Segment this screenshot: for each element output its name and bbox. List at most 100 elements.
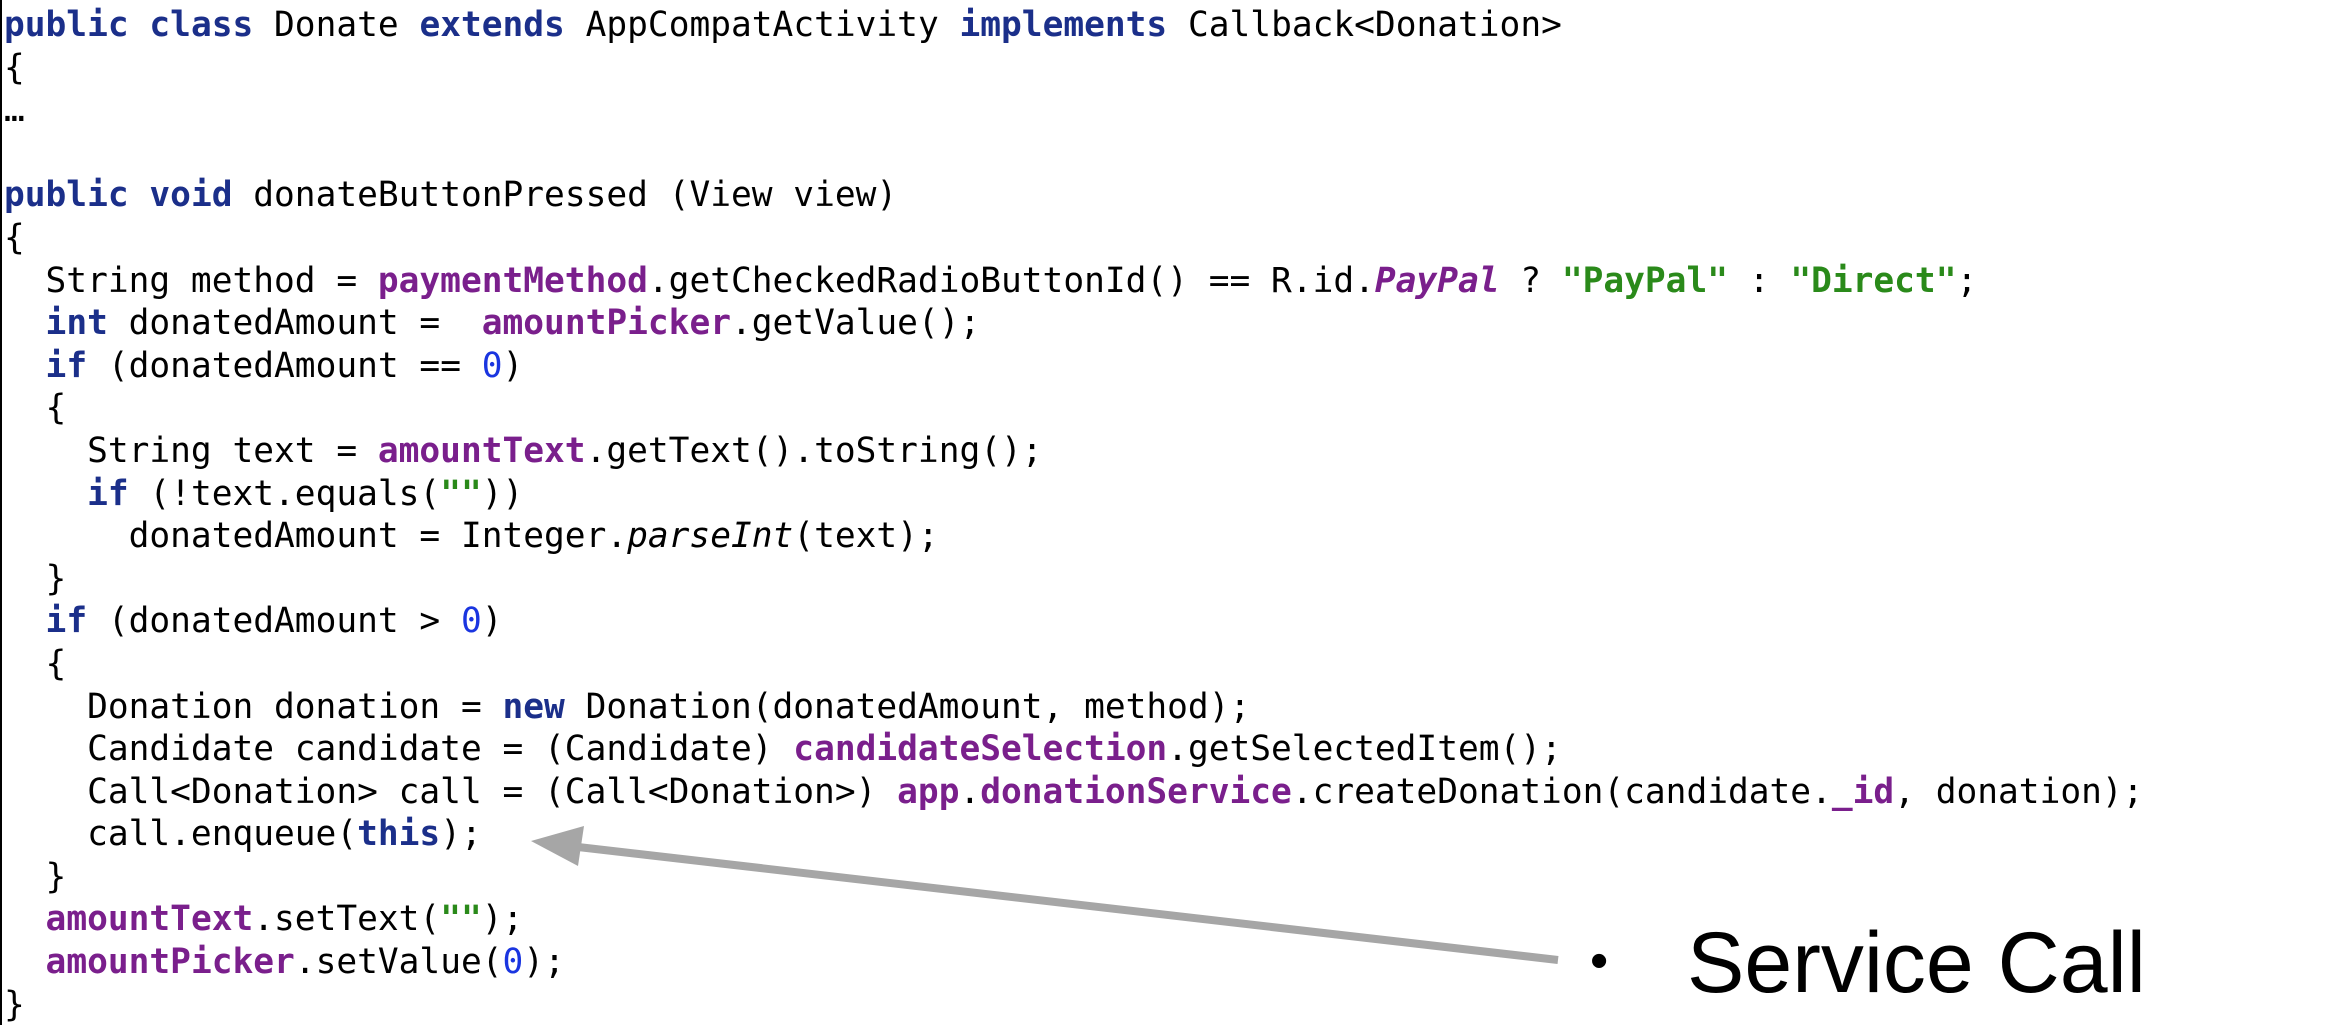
code-line: if (!text.equals("")) xyxy=(4,473,2143,516)
code-token: { xyxy=(4,47,25,88)
code-token: . xyxy=(959,771,981,812)
code-token: donateButtonPressed (View view) xyxy=(232,175,898,216)
code-token: ; xyxy=(1956,260,1978,301)
code-token-kw: if xyxy=(45,345,88,386)
code-token: { xyxy=(4,388,67,429)
code-token-str: "PayPal" xyxy=(1561,260,1728,301)
code-token: donatedAmount = xyxy=(107,303,482,344)
code-token-num: 0 xyxy=(481,345,503,386)
code-line: { xyxy=(4,387,2143,430)
code-token-field: amountPicker xyxy=(45,942,295,983)
callout-label: Service Call xyxy=(1687,915,2146,1011)
code-token: (donatedAmount == xyxy=(87,345,482,386)
code-token: Callback<Donation> xyxy=(1167,5,1562,45)
code-token-kw: this xyxy=(357,814,441,855)
code-token: } xyxy=(4,984,25,1025)
code-token: , donation); xyxy=(1894,771,2144,812)
code-token: )) xyxy=(481,473,524,514)
code-token-field: amountText xyxy=(45,899,254,940)
code-token: .setText( xyxy=(253,899,441,940)
code-token: .getText().toString(); xyxy=(585,430,1043,471)
code-token: } xyxy=(4,856,67,897)
code-token-str: "" xyxy=(440,473,482,514)
code-token: ); xyxy=(523,942,565,983)
code-token-field: donationService xyxy=(980,771,1292,812)
code-listing: public class Donate extends AppCompatAct… xyxy=(4,4,2143,1026)
code-line: { xyxy=(4,47,2143,90)
code-token-kw: int xyxy=(45,303,108,344)
code-token: { xyxy=(4,217,25,258)
code-token: .setValue( xyxy=(294,942,503,983)
code-token-kw: implements xyxy=(959,5,1168,45)
code-token: ); xyxy=(440,814,482,855)
code-token-kw: public xyxy=(4,5,129,45)
code-token: Call<Donation> call = (Call<Donation>) xyxy=(4,771,898,812)
code-line: Candidate candidate = (Candidate) candid… xyxy=(4,728,2143,771)
code-token-kw: extends xyxy=(419,5,565,45)
code-line: Donation donation = new Donation(donated… xyxy=(4,686,2143,729)
code-token-field: candidateSelection xyxy=(793,729,1168,770)
code-token-kw: public xyxy=(4,175,129,216)
code-line: Call<Donation> call = (Call<Donation>) a… xyxy=(4,771,2143,814)
code-token-num: 0 xyxy=(502,942,524,983)
code-token-kw: if xyxy=(45,601,88,642)
code-line: } xyxy=(4,856,2143,899)
code-line: call.enqueue(this); xyxy=(4,813,2143,856)
code-token-kw: if xyxy=(87,473,129,514)
code-token: ? xyxy=(1499,260,1562,301)
code-line: } xyxy=(4,558,2143,601)
code-line: public class Donate extends AppCompatAct… xyxy=(4,4,2143,47)
code-line: int donatedAmount = amountPicker.getValu… xyxy=(4,302,2143,345)
code-token-kw: new xyxy=(502,686,565,727)
code-token-kw: class xyxy=(149,5,254,45)
code-token: (!text.equals( xyxy=(128,473,441,514)
code-token: (donatedAmount > xyxy=(87,601,461,642)
code-token: Donation donation = xyxy=(4,686,503,727)
service-call-callout: • Service Call xyxy=(1590,918,2146,1006)
code-token-field: app xyxy=(897,771,960,812)
code-line: … xyxy=(4,89,2143,132)
code-token: } xyxy=(4,558,67,599)
code-token: call.enqueue( xyxy=(4,814,358,855)
code-token: .createDonation(candidate. xyxy=(1291,771,1832,812)
code-line: public void donateButtonPressed (View vi… xyxy=(4,174,2143,217)
code-token: … xyxy=(4,90,25,131)
code-token-field: amountText xyxy=(377,430,586,471)
code-line: if (donatedAmount > 0) xyxy=(4,600,2143,643)
code-line: donatedAmount = Integer.parseInt(text); xyxy=(4,515,2143,558)
code-line: if (donatedAmount == 0) xyxy=(4,345,2143,388)
code-token: ) xyxy=(502,345,524,386)
code-token-num: 0 xyxy=(460,601,482,642)
code-line: { xyxy=(4,217,2143,260)
code-token-field: amountPicker xyxy=(481,303,731,344)
bullet-icon: • xyxy=(1590,932,1609,990)
code-token-field: _id xyxy=(1831,771,1895,812)
code-line: { xyxy=(4,643,2143,686)
code-line: String method = paymentMethod.getChecked… xyxy=(4,260,2143,303)
code-token: ) xyxy=(481,601,503,642)
code-line: String text = amountText.getText().toStr… xyxy=(4,430,2143,473)
code-token: String method = xyxy=(4,260,378,301)
code-token: AppCompatActivity xyxy=(564,5,960,45)
code-token-italic: parseInt xyxy=(627,516,794,557)
code-token: { xyxy=(4,643,67,684)
code-token: .getCheckedRadioButtonId() == R.id. xyxy=(647,260,1375,301)
code-token: Donation(donatedAmount, method); xyxy=(564,686,1251,727)
code-token: ); xyxy=(481,899,524,940)
code-token-str: "" xyxy=(440,899,482,940)
code-token: donatedAmount = Integer. xyxy=(4,516,628,557)
code-token: Candidate candidate = (Candidate) xyxy=(4,729,794,770)
code-token: Donate xyxy=(253,5,420,45)
code-token-field: paymentMethod xyxy=(377,260,648,301)
code-token: .getValue(); xyxy=(730,303,981,344)
code-token: String text = xyxy=(4,430,378,471)
code-token-italic-field: PayPal xyxy=(1374,260,1500,301)
